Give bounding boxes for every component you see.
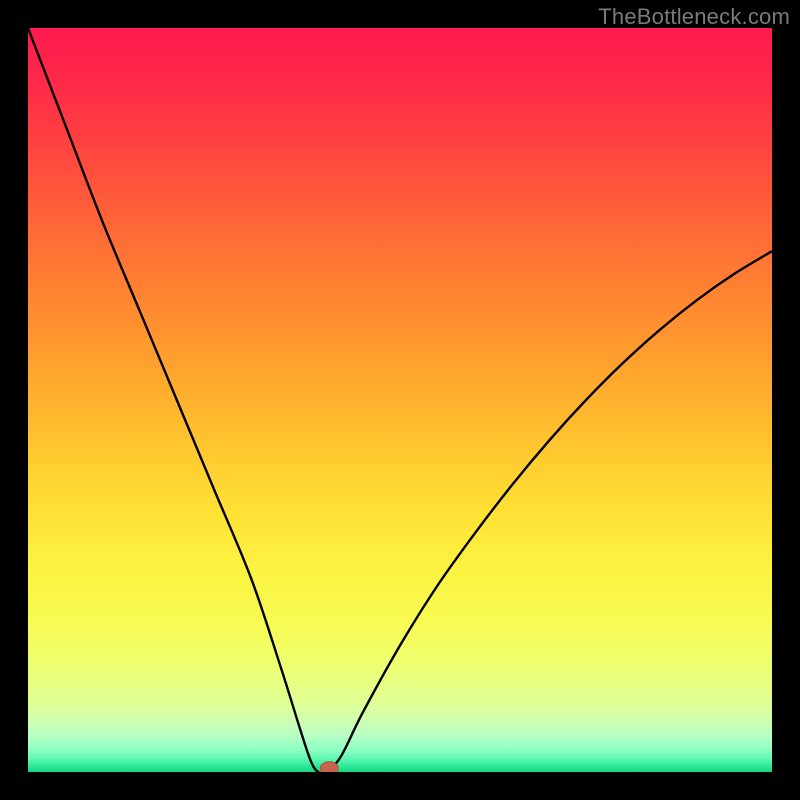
optimal-point-marker xyxy=(320,762,338,772)
chart-frame xyxy=(28,28,772,772)
chart-background-gradient xyxy=(28,28,772,772)
watermark-text: TheBottleneck.com xyxy=(598,4,790,30)
bottleneck-chart xyxy=(28,28,772,772)
